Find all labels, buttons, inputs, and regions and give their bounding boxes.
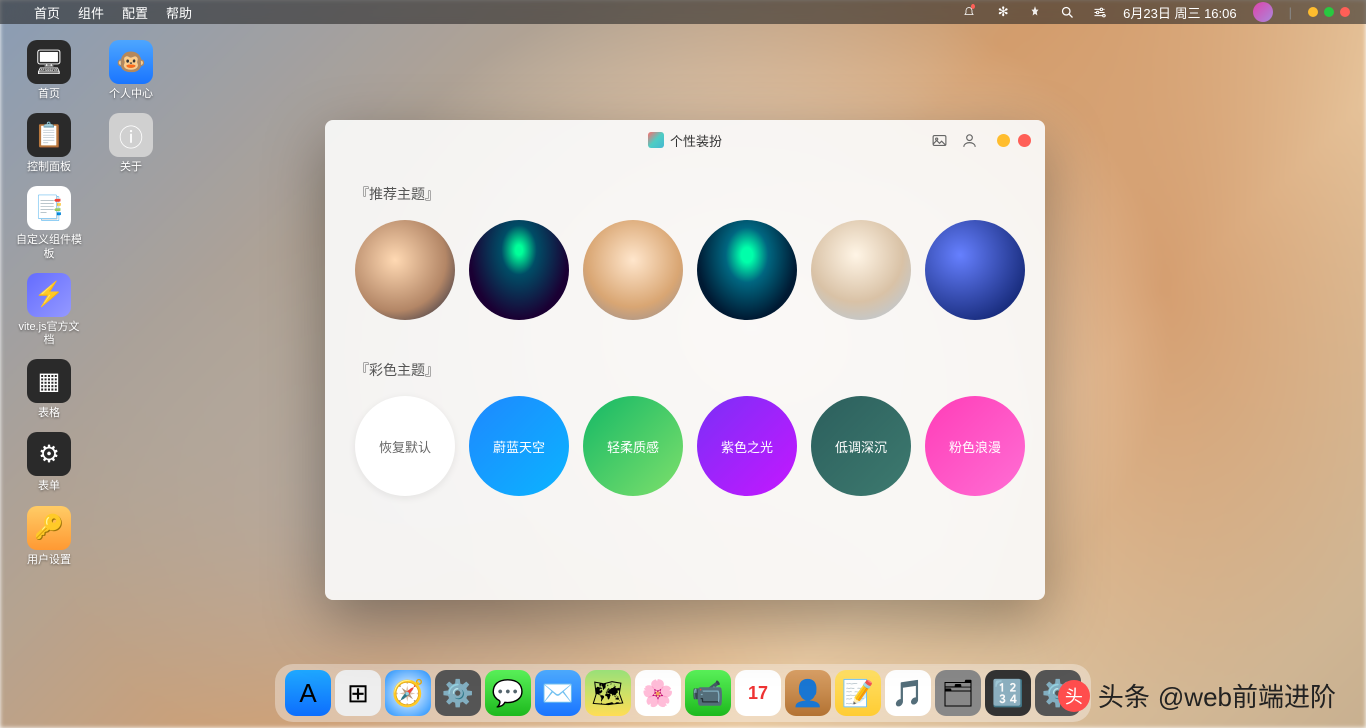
- dock: A⊞🧭⚙️💬✉️🗺🌸📹17👤📝🎵🗂🔢⚙️: [275, 664, 1091, 722]
- window-minimize-icon[interactable]: [997, 134, 1010, 147]
- watermark-text: @web前端进阶: [1158, 677, 1336, 714]
- desktop-icons: 🖥首页🐵个人中心📋控制面板ⓘ关于📑自定义组件模板 ⚡vite.js官方文档 ▦表格 ⚙…: [14, 40, 166, 567]
- desktop-icon-b-0[interactable]: 🐵个人中心: [96, 40, 166, 101]
- notification-icon[interactable]: [963, 4, 979, 20]
- desktop-icon-5[interactable]: ⚙表单: [14, 432, 84, 493]
- recommended-theme-2[interactable]: [583, 220, 683, 320]
- dock-notes[interactable]: 📝: [835, 670, 881, 716]
- desktop-icon-1[interactable]: 📋控制面板: [14, 113, 84, 174]
- recommended-theme-5[interactable]: [925, 220, 1025, 320]
- watermark: 头 头条 @web前端进阶: [1058, 677, 1336, 714]
- dock-calculator[interactable]: 🔢: [985, 670, 1031, 716]
- dock-calendar[interactable]: 17: [735, 670, 781, 716]
- desktop-icon-6[interactable]: 🔑用户设置: [14, 506, 84, 567]
- section-color-title: 『彩色主题』: [355, 360, 1015, 380]
- dock-music[interactable]: 🎵: [885, 670, 931, 716]
- recommended-theme-4[interactable]: [811, 220, 911, 320]
- image-icon[interactable]: [931, 132, 947, 148]
- search-icon[interactable]: [1059, 4, 1075, 20]
- recommended-theme-3[interactable]: [697, 220, 797, 320]
- section-recommended-title: 『推荐主题』: [355, 184, 1015, 204]
- dock-messages[interactable]: 💬: [485, 670, 531, 716]
- pin-icon[interactable]: [1027, 4, 1043, 20]
- window-close-icon[interactable]: [1018, 134, 1031, 147]
- dock-facetime[interactable]: 📹: [685, 670, 731, 716]
- dock-safari[interactable]: 🧭: [385, 670, 431, 716]
- recommended-theme-0[interactable]: [355, 220, 455, 320]
- watermark-logo-icon: 头: [1058, 680, 1090, 712]
- watermark-brand: 头条: [1098, 677, 1150, 714]
- desktop-icon-0[interactable]: 🖥首页: [14, 40, 84, 101]
- menu-config[interactable]: 配置: [122, 3, 148, 22]
- color-theme-2[interactable]: 轻柔质感: [583, 396, 683, 496]
- menu-home[interactable]: 首页: [34, 3, 60, 22]
- user-avatar[interactable]: [1253, 2, 1273, 22]
- dock-appstore[interactable]: A: [285, 670, 331, 716]
- dock-settings-app[interactable]: ⚙️: [435, 670, 481, 716]
- recommended-theme-1[interactable]: [469, 220, 569, 320]
- theme-window: 个性装扮 『推荐主题』 『彩色主题』 恢复默认蔚蓝天空轻柔质感紫色之光低调深沉粉…: [325, 120, 1045, 600]
- dock-mail[interactable]: ✉️: [535, 670, 581, 716]
- color-theme-1[interactable]: 蔚蓝天空: [469, 396, 569, 496]
- menubar-datetime[interactable]: 6月23日 周三 16:06: [1123, 3, 1236, 22]
- window-titlebar[interactable]: 个性装扮: [325, 120, 1045, 160]
- desktop-icon-2[interactable]: 📑自定义组件模板: [14, 186, 84, 260]
- menu-components[interactable]: 组件: [78, 3, 104, 22]
- color-theme-5[interactable]: 粉色浪漫: [925, 396, 1025, 496]
- traffic-minimize-icon[interactable]: [1308, 7, 1318, 17]
- traffic-close-icon[interactable]: [1340, 7, 1350, 17]
- dock-photos[interactable]: 🌸: [635, 670, 681, 716]
- menubar: 首页 组件 配置 帮助 ✻ 6月23日 周三 16:06 |: [0, 0, 1366, 24]
- dock-maps[interactable]: 🗺: [585, 670, 631, 716]
- traffic-maximize-icon[interactable]: [1324, 7, 1334, 17]
- desktop-icon-4[interactable]: ▦表格: [14, 359, 84, 420]
- recommended-themes-row: [355, 220, 1015, 320]
- dock-contacts[interactable]: 👤: [785, 670, 831, 716]
- window-title: 个性装扮: [670, 131, 722, 150]
- menubar-traffic: [1308, 7, 1350, 17]
- color-theme-3[interactable]: 紫色之光: [697, 396, 797, 496]
- color-theme-4[interactable]: 低调深沉: [811, 396, 911, 496]
- color-themes-row: 恢复默认蔚蓝天空轻柔质感紫色之光低调深沉粉色浪漫: [355, 396, 1015, 496]
- user-icon[interactable]: [961, 132, 977, 148]
- menu-help[interactable]: 帮助: [166, 3, 192, 22]
- window-app-icon: [648, 132, 664, 148]
- dock-launchpad[interactable]: ⊞: [335, 670, 381, 716]
- controls-icon[interactable]: [1091, 4, 1107, 20]
- color-theme-0[interactable]: 恢复默认: [355, 396, 455, 496]
- dock-files[interactable]: 🗂: [935, 670, 981, 716]
- desktop-icon-b-1[interactable]: ⓘ关于: [96, 113, 166, 174]
- sparkle-icon[interactable]: ✻: [995, 4, 1011, 20]
- desktop-icon-3[interactable]: ⚡vite.js官方文档: [14, 273, 84, 347]
